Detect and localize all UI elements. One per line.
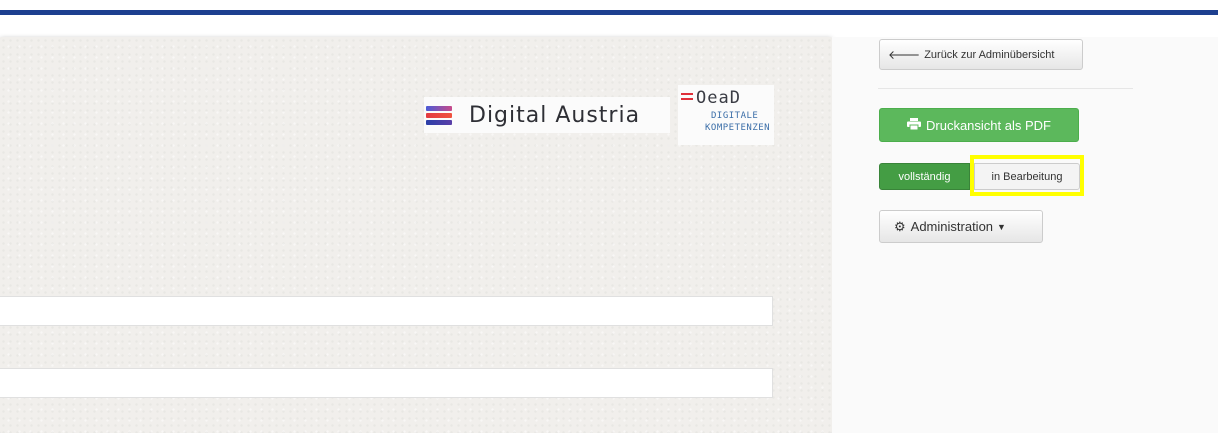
digital-austria-flag-icon (426, 106, 454, 125)
print-icon (907, 117, 921, 133)
status-complete-label: vollständig (898, 170, 951, 183)
form-input-2[interactable] (0, 369, 776, 399)
sidebar-divider (878, 88, 1133, 89)
status-in-progress-button[interactable]: in Bearbeitung (974, 163, 1080, 190)
back-to-admin-label: Zurück zur Adminübersicht (924, 48, 1055, 61)
caret-down-icon: ▼ (997, 221, 1006, 232)
oead-logo-line3: KOMPETENZEN (705, 123, 771, 133)
oead-logo: OeaD DIGITALE KOMPETENZEN (678, 85, 774, 145)
oead-logo-line2: DIGITALE (711, 111, 759, 121)
status-in-progress-label: in Bearbeitung (991, 170, 1063, 183)
header-accent-line (0, 10, 1218, 15)
digital-austria-logo: Digital Austria (424, 97, 670, 133)
gear-icon: ⚙ (894, 218, 906, 234)
administration-dropdown-button[interactable]: ⚙ Administration ▼ (879, 210, 1043, 243)
digital-austria-logo-text: Digital Austria (469, 102, 641, 128)
print-pdf-label: Druckansicht als PDF (926, 117, 1051, 133)
status-complete-button[interactable]: vollständig (879, 163, 970, 190)
back-to-admin-button[interactable]: 🡐 Zurück zur Adminübersicht (879, 39, 1083, 70)
top-header (0, 0, 1218, 15)
oead-equals-icon (681, 93, 693, 101)
form-field-1[interactable] (0, 296, 776, 327)
oead-logo-title: OeaD (696, 88, 741, 108)
administration-label: Administration (910, 219, 994, 234)
form-field-2[interactable] (0, 368, 776, 399)
arrow-left-icon: 🡐 (888, 48, 921, 62)
form-input-1[interactable] (0, 297, 776, 327)
print-pdf-button[interactable]: Druckansicht als PDF (879, 108, 1079, 142)
